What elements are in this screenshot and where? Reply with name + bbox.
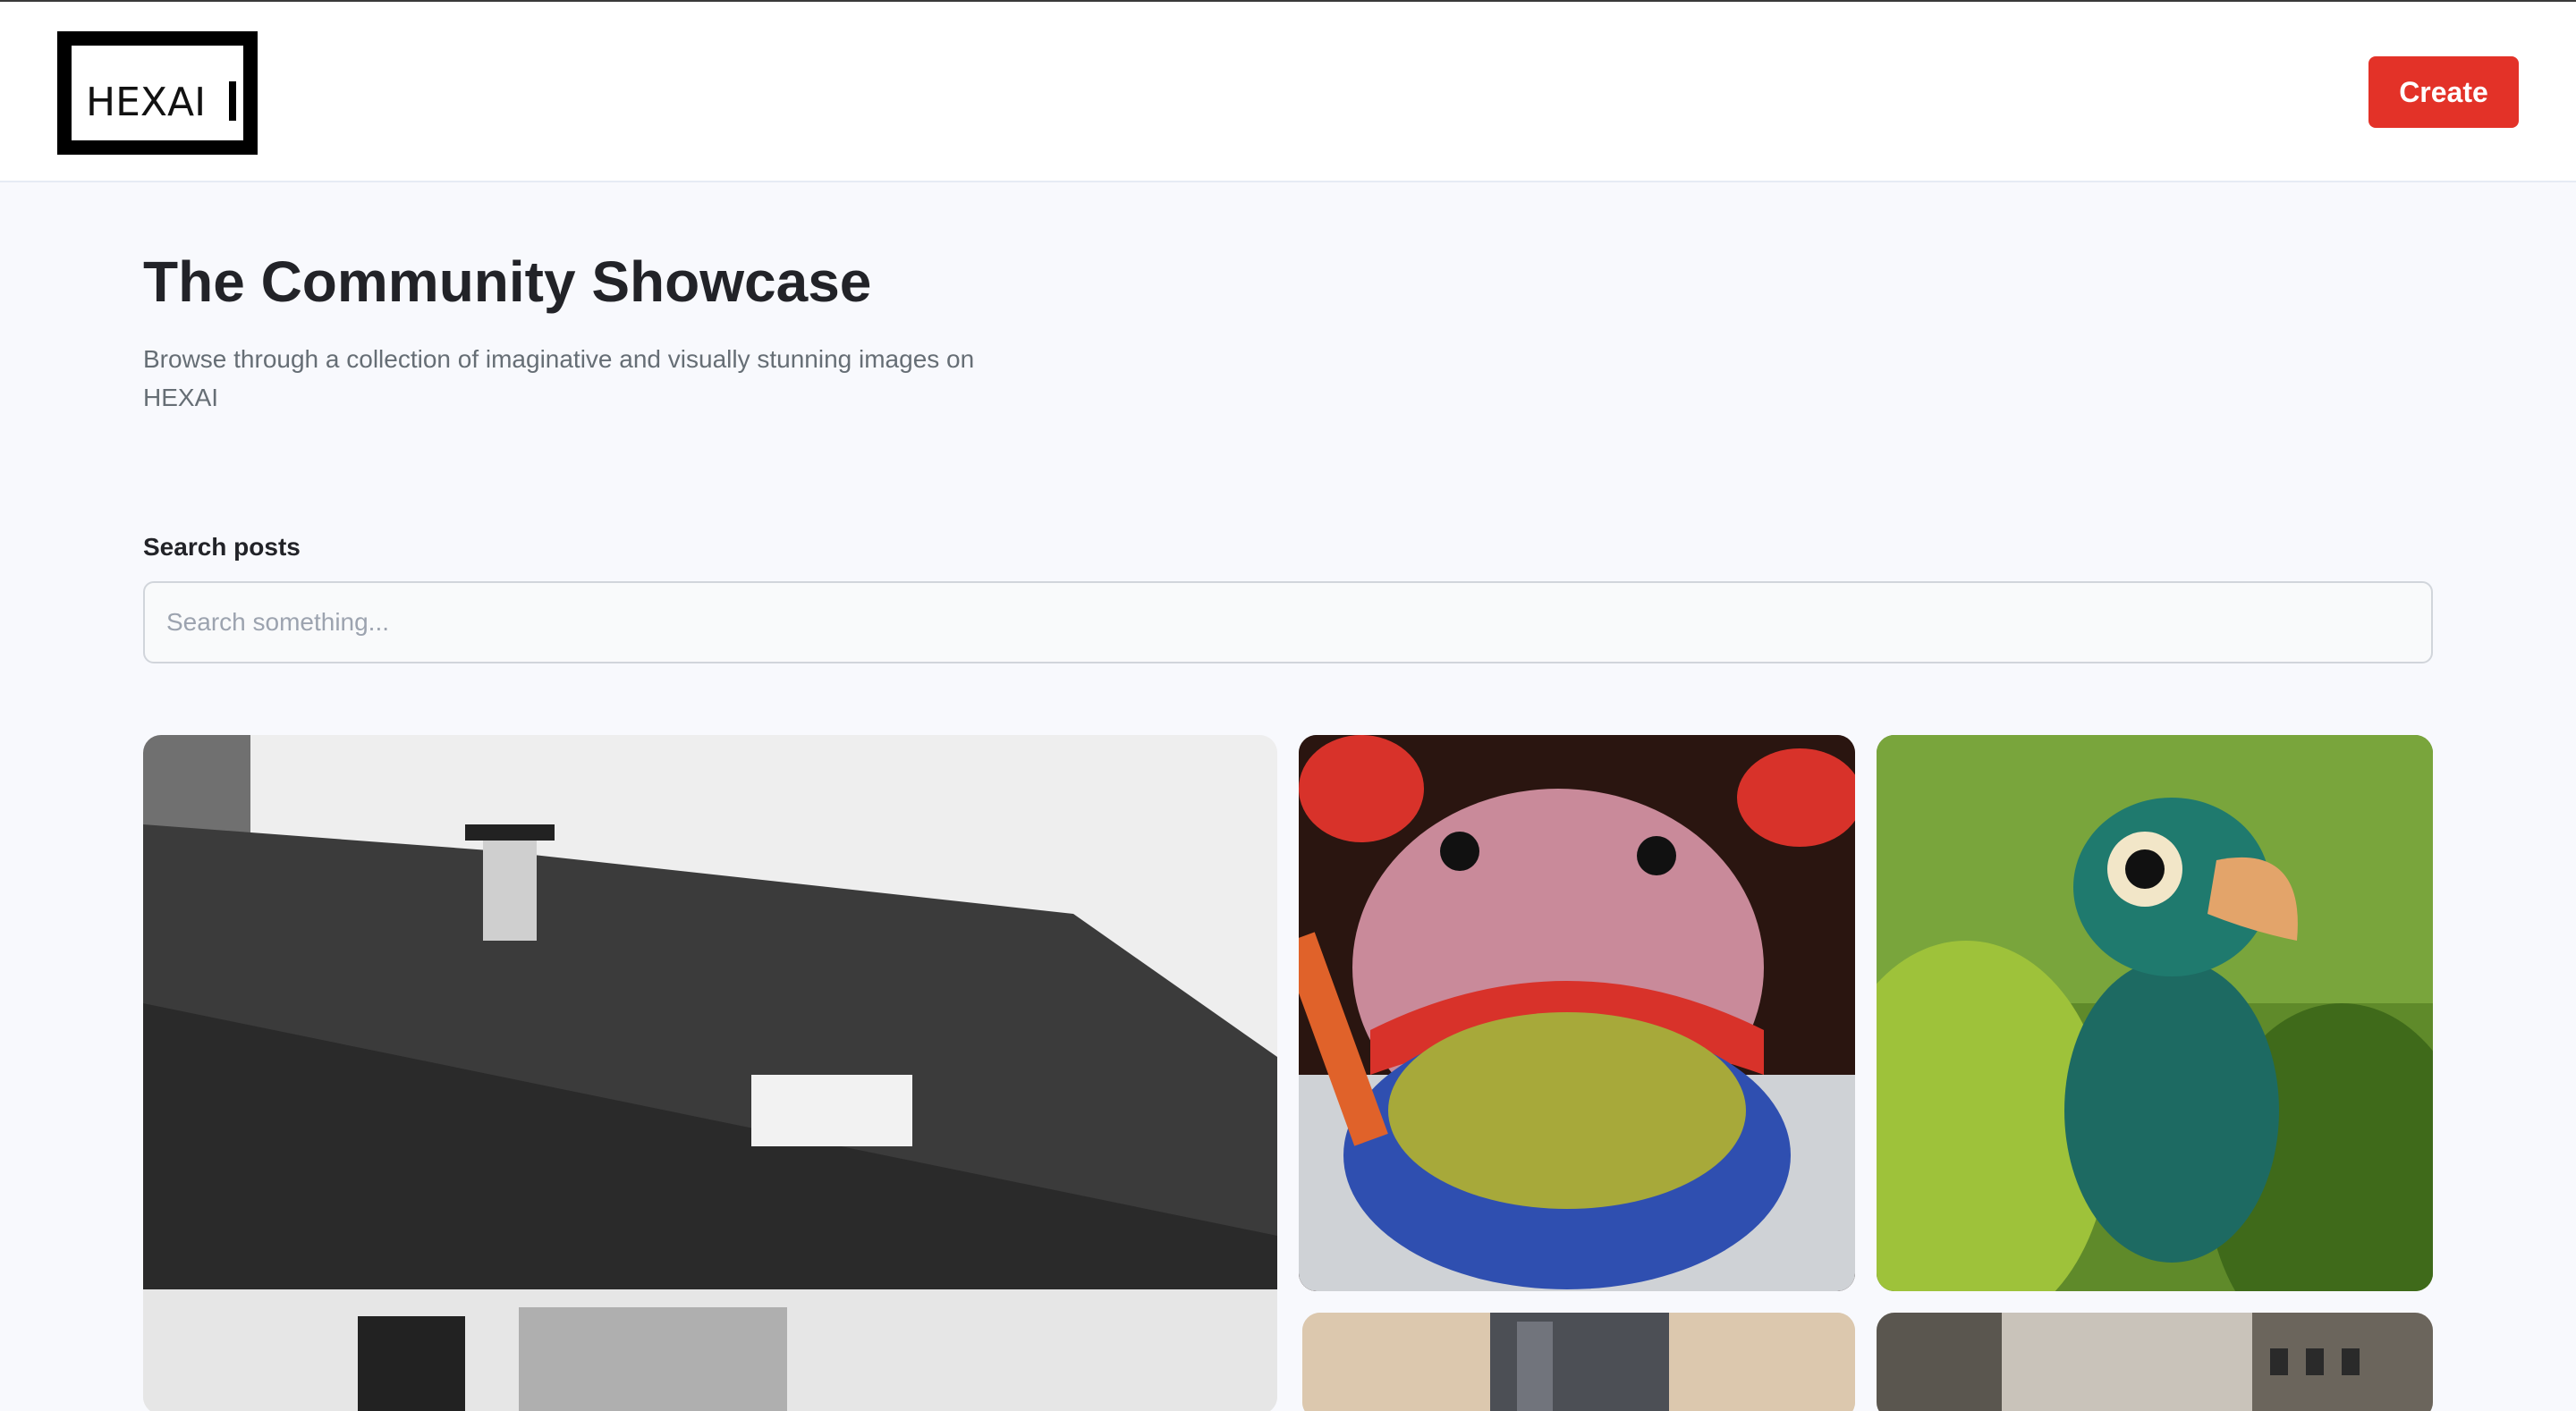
- logo-cursor-bar: [229, 81, 236, 121]
- search-input[interactable]: Search something...: [143, 581, 2433, 663]
- gallery-image-city-street[interactable]: [1877, 1313, 2433, 1411]
- logo-text: HEXAI: [86, 80, 207, 125]
- gallery-image-top-hat[interactable]: [1302, 1313, 1855, 1411]
- page-title: The Community Showcase: [143, 249, 872, 314]
- hexai-logo[interactable]: HEXAI: [57, 31, 258, 155]
- gallery-image-knitted-monster[interactable]: [1299, 735, 1855, 1291]
- gallery-image-parrot[interactable]: [1877, 735, 2433, 1291]
- search-label: Search posts: [143, 533, 301, 561]
- site-header: HEXAI Create: [0, 2, 2576, 182]
- gallery-image-house[interactable]: [143, 735, 1277, 1411]
- create-button[interactable]: Create: [2368, 56, 2519, 128]
- page-subtitle: Browse through a collection of imaginati…: [143, 345, 975, 411]
